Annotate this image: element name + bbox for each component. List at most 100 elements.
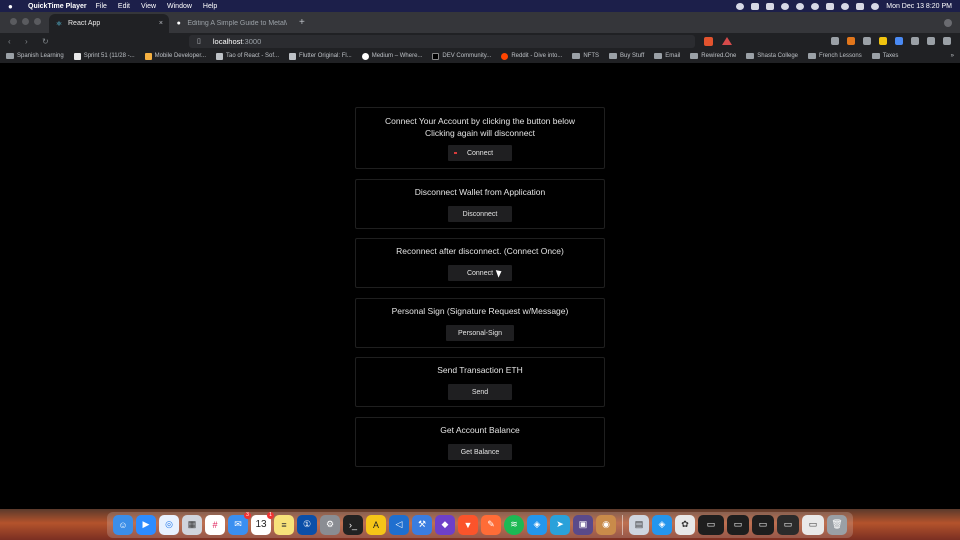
send-button[interactable]: Send (448, 384, 512, 400)
tab-react-app[interactable]: ⚛ React App × (49, 14, 169, 33)
metamask-icon[interactable] (847, 37, 855, 45)
bookmark-icon[interactable]: ▯ (197, 37, 201, 45)
vscode-icon[interactable]: ◁ (389, 514, 409, 535)
app-store-icon[interactable]: A (366, 514, 386, 535)
reload-icon[interactable]: ↻ (42, 37, 50, 46)
bookmark-rewired-one[interactable]: Rewired.One (690, 53, 736, 59)
close-window-button[interactable] (10, 18, 17, 25)
notes-icon[interactable]: ≡ (274, 514, 294, 535)
xcode-icon[interactable]: ⚒ (412, 514, 432, 535)
wifi-icon[interactable] (826, 2, 835, 10)
photos-icon[interactable]: ✿ (675, 514, 695, 535)
folder-icon (572, 53, 581, 59)
docker-icon[interactable]: ◈ (652, 514, 672, 535)
system-preferences-icon[interactable]: ⚙ (320, 514, 340, 535)
calendar-icon[interactable]: 13 1 (251, 511, 274, 535)
siri-icon[interactable] (871, 2, 880, 10)
1password-icon[interactable]: ① (297, 514, 317, 535)
extension-icon[interactable] (831, 37, 839, 45)
get-balance-button[interactable]: Get Balance (448, 444, 512, 460)
bookmark-reddit[interactable]: Reddit - Dive into... (501, 52, 562, 60)
trash-icon[interactable]: 🗑 (827, 514, 847, 535)
menubar: ● QuickTime Player File Edit View Window… (0, 0, 960, 12)
connect-button[interactable]: Connect (448, 145, 512, 161)
bookmark-spanish-learning[interactable]: Spanish Learning (6, 53, 64, 59)
extension-icon[interactable] (879, 37, 887, 45)
zoom-icon[interactable]: ▶ (136, 514, 156, 535)
browser-tab-bar: ⚛ React App × ● Editing A Simple Guide t… (0, 12, 960, 33)
menu-icon[interactable] (943, 37, 951, 45)
bookmark-taxes[interactable]: Taxes (871, 53, 898, 59)
bookmark-french-lessons[interactable]: French Lessons (808, 53, 862, 59)
bookmark-medium[interactable]: Medium – Where... (361, 52, 422, 60)
terminal-icon[interactable]: ›_ (343, 514, 363, 535)
back-icon[interactable]: ‹ (8, 37, 16, 46)
menu-view[interactable]: View (141, 3, 156, 10)
bookmark-dev-community[interactable]: DEV Community... (432, 52, 491, 60)
tab-close-icon[interactable]: × (159, 20, 163, 27)
disconnect-button[interactable]: Disconnect (448, 206, 512, 222)
menubar-clock[interactable]: Mon Dec 13 8:20 PM (886, 3, 952, 10)
dev-icon (432, 52, 440, 60)
finder-icon[interactable]: ☺ (113, 514, 133, 535)
brave-icon[interactable]: ▼ (458, 514, 478, 535)
github-desktop-icon[interactable]: ◆ (435, 514, 455, 535)
preview-icon[interactable]: ▤ (629, 514, 649, 535)
bookmarks-overflow-button[interactable]: » (951, 53, 954, 59)
disconnect-card: Disconnect Wallet from Application Disco… (355, 179, 605, 229)
accessibility-icon[interactable] (766, 2, 775, 10)
launchpad-icon[interactable]: ▦ (182, 514, 202, 535)
status-icon[interactable] (751, 2, 760, 10)
personal-sign-button[interactable]: Personal-Sign (446, 325, 514, 341)
menu-help[interactable]: Help (203, 3, 217, 10)
brave-rewards-icon[interactable] (722, 37, 732, 45)
menu-edit[interactable]: Edit (118, 3, 130, 10)
window-thumbnail-icon[interactable]: ▭ (777, 514, 799, 535)
telegram-icon[interactable]: ➤ (550, 514, 570, 535)
bookmark-email[interactable]: Email (654, 53, 680, 59)
new-tab-button[interactable]: + (293, 17, 311, 33)
calendar-day: 13 (255, 519, 267, 530)
translate-icon[interactable] (895, 37, 903, 45)
safari-icon[interactable]: ◎ (159, 514, 179, 535)
menubar-app-name[interactable]: QuickTime Player (28, 3, 87, 10)
window-thumbnail-icon[interactable]: ▭ (752, 514, 774, 535)
bookmark-nfts[interactable]: NFTS (572, 53, 599, 59)
search-icon[interactable] (841, 2, 850, 10)
record-icon[interactable] (736, 2, 745, 10)
spotify-icon[interactable]: ≋ (504, 514, 524, 535)
bookmark-buy-stuff[interactable]: Buy Stuff (609, 53, 644, 59)
menu-file[interactable]: File (96, 3, 107, 10)
bookmark-sprint-51[interactable]: Sprint 51 (11/28 -... (73, 52, 135, 60)
minimize-window-button[interactable] (22, 18, 29, 25)
puzzle-icon[interactable] (911, 37, 919, 45)
zoom-window-button[interactable] (34, 18, 41, 25)
apple-icon[interactable]: ● (8, 2, 20, 11)
address-bar[interactable]: ▯ localhost :3000 (189, 34, 695, 48)
photo-icon[interactable]: ▣ (573, 514, 593, 535)
bookmark-shasta-college[interactable]: Shasta College (746, 53, 798, 59)
window-thumbnail-icon[interactable]: ▭ (727, 514, 749, 535)
docker-icon[interactable]: ◈ (527, 514, 547, 535)
tab-editing-guide[interactable]: ● Editing A Simple Guide to MetaM... (169, 14, 293, 33)
extension-icon[interactable] (944, 19, 952, 27)
control-center-icon[interactable] (856, 2, 865, 10)
sync-icon[interactable] (781, 2, 790, 10)
postman-icon[interactable]: ✎ (481, 514, 501, 535)
extension-icon[interactable] (863, 37, 871, 45)
window-thumbnail-icon[interactable]: ▭ (802, 514, 824, 535)
sequel-icon[interactable]: ◉ (596, 514, 616, 535)
slack-icon[interactable]: # (205, 514, 225, 535)
bookmark-flutter-original[interactable]: Flutter Original: Fl... (289, 52, 352, 60)
brave-shields-icon[interactable] (704, 36, 713, 46)
window-thumbnail-icon[interactable]: ▭ (698, 514, 724, 535)
mail-icon[interactable]: ✉ 3 (228, 511, 251, 535)
bookmark-mobile-developer[interactable]: Mobile Developer... (144, 52, 206, 60)
sidebar-icon[interactable] (927, 37, 935, 45)
password-manager-icon[interactable] (796, 2, 805, 10)
menu-window[interactable]: Window (167, 3, 192, 10)
forward-icon[interactable]: › (25, 37, 33, 46)
personal-sign-card: Personal Sign (Signature Request w/Messa… (355, 298, 605, 348)
bookmark-tao-of-react[interactable]: Tao of React - Sof... (216, 52, 279, 60)
play-icon[interactable] (811, 2, 820, 10)
